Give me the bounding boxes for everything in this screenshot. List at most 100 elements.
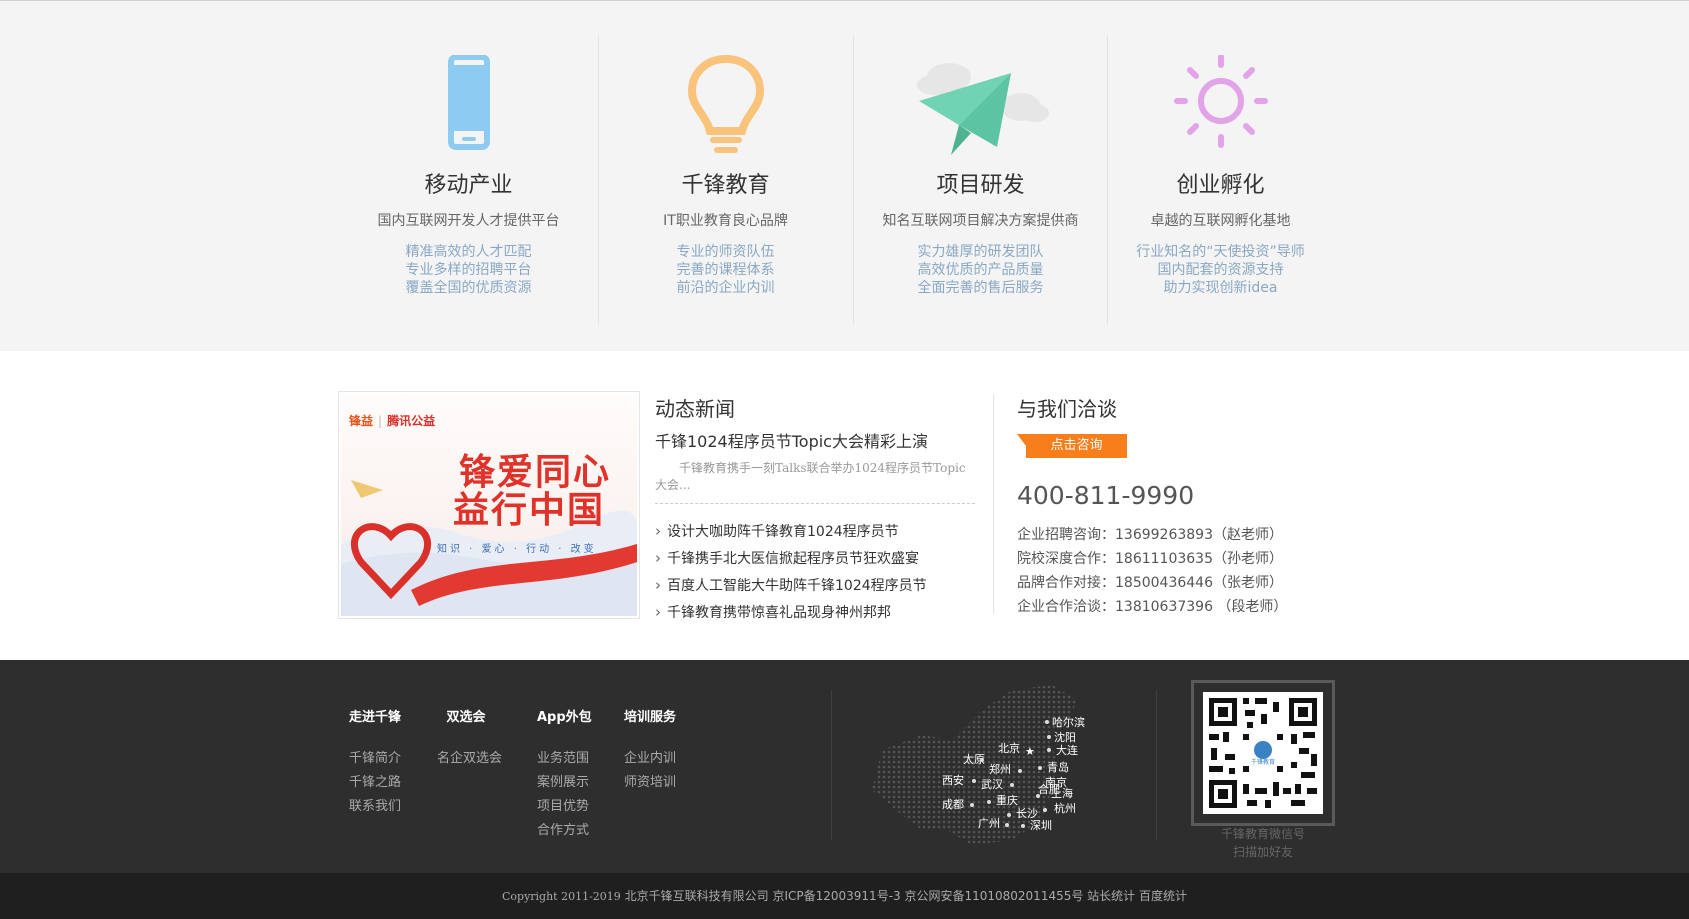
city-label: 杭州 [1054,801,1076,815]
footer-link[interactable]: 业务范围 [537,747,592,771]
footer-divider [1156,690,1157,840]
feature-title: 项目研发 [936,173,1025,198]
footer-column-head: 培训服务 [624,710,677,725]
feature-point: 高效优质的产品质量 [917,262,1044,278]
footer-link[interactable]: 企业内训 [624,747,676,771]
news-item[interactable]: 千锋教育携带惊喜礼品现身神州邦邦 [655,599,927,626]
feature-point: 助力实现创新idea [1163,280,1278,296]
footer-column-jobfair: 双选会 名企双选会 [437,706,502,771]
news-item[interactable]: 设计大咖助阵千锋教育1024程序员节 [655,518,927,545]
feature-point: 完善的课程体系 [676,262,775,278]
city-label: 上海 [1051,786,1073,800]
feature-title: 创业孵化 [1176,173,1265,198]
contact-line: 企业招聘咨询：13699263893（赵老师） [1017,527,1283,543]
feature-title: 移动产业 [424,173,513,198]
city-label: 郑州 [989,762,1011,776]
copyright-bar: Copyright 2011-2019 北京千锋互联科技有限公司 京ICP备12… [0,873,1689,919]
city-label: 西安 [942,773,964,787]
paper-plane-icon [916,63,1049,155]
feature-point: 全面完善的售后服务 [917,280,1044,296]
footer-link[interactable]: 项目优势 [537,795,592,819]
footer-link[interactable]: 合作方式 [537,819,592,843]
feature-point: 专业多样的招聘平台 [405,262,532,278]
qr-pattern: 千锋教育 [1209,698,1317,808]
news-divider [655,503,975,504]
news-section-title: 动态新闻 [655,397,735,421]
feature-subtitle: 知名互联网项目解决方案提供商 [882,213,1079,229]
city-label: 青岛 [1047,760,1069,774]
city-label: 重庆 [996,793,1018,807]
footer-link[interactable]: 名企双选会 [437,747,502,771]
promo-headline-1: 锋爱同心 [459,452,612,493]
contact-section-title: 与我们洽谈 [1017,397,1117,421]
footer-link[interactable]: 联系我们 [349,795,401,819]
footer-column-head: 双选会 [446,710,486,725]
middle-divider [993,394,994,614]
star-icon: ★ [1025,745,1035,758]
city-label: 哈尔滨 [1052,715,1085,729]
news-item[interactable]: 百度人工智能大牛助阵千锋1024程序员节 [655,572,927,599]
footer [0,660,1689,873]
feature-project[interactable]: 项目研发 知名互联网项目解决方案提供商 实力雄厚的研发团队 高效优质的产品质量 … [853,35,1108,325]
qr-code-frame: 千锋教育 [1191,680,1335,826]
footer-column-head: App外包 [537,710,592,725]
feature-incubation[interactable]: 创业孵化 卓越的互联网孵化基地 行业知名的“天使投资”导师 国内配套的资源支持 … [1093,35,1348,325]
feature-subtitle: 国内互联网开发人才提供平台 [377,213,560,229]
feature-subtitle: IT职业教育良心品牌 [663,213,788,229]
news-list: 设计大咖助阵千锋教育1024程序员节 千锋携手北大医信掀起程序员节狂欢盛宴 百度… [655,518,927,626]
footer-column-outsourcing: App外包 业务范围 案例展示 项目优势 合作方式 [537,706,592,843]
consult-button-tail [1017,434,1026,446]
feature-mobile[interactable]: 移动产业 国内互联网开发人才提供平台 精准高效的人才匹配 专业多样的招聘平台 覆… [341,35,596,325]
feature-title: 千锋教育 [681,173,770,198]
news-summary: 千锋教育携手一刻Talks联合举办1024程序员节Topic大会... [655,461,966,492]
news-item[interactable]: 千锋携手北大医信掀起程序员节狂欢盛宴 [655,545,927,572]
qr-caption: 千锋教育微信号 扫描加好友 [1191,825,1335,861]
city-label: 长沙 [1016,807,1038,820]
city-label: 深圳 [1030,819,1052,832]
city-label: 广州 [978,817,1000,830]
city-label: 北京 [998,741,1020,755]
city-label: 大连 [1056,743,1078,757]
consult-button[interactable]: 点击咨询 [1026,434,1127,458]
feature-point: 实力雄厚的研发团队 [917,244,1044,260]
footer-link[interactable]: 千锋简介 [349,747,401,771]
lightbulb-icon [687,55,764,153]
footer-column-training: 培训服务 企业内训 师资培训 [624,706,676,795]
promo-logo-right: 腾讯公益 [387,414,436,428]
footer-column-head: 走进千锋 [349,710,402,725]
contact-line: 品牌合作对接：18500436446（张老师） [1017,575,1283,591]
promo-logo: 锋益 | 腾讯公益 [349,414,436,428]
promo-logo-left: 锋益 [349,414,374,428]
news-headline-link[interactable]: 千锋1024程序员节Topic大会精彩上演 [655,428,928,452]
footer-link[interactable]: 千锋之路 [349,771,401,795]
china-campus-map: 哈尔滨 沈阳 大连 北京 太原 郑州 青岛 西安 武汉 南京 合肥 上海 成都 … [872,685,1085,845]
promo-headline-2: 益行中国 [453,490,606,531]
feature-point: 国内配套的资源支持 [1157,262,1284,278]
feature-point: 前沿的企业内训 [676,280,775,296]
city-label: 沈阳 [1054,730,1076,744]
qr-caption-line1: 千锋教育微信号 [1220,827,1305,841]
footer-link[interactable]: 师资培训 [624,771,676,795]
contact-line: 企业合作洽谈：13810637396 （段老师） [1017,599,1288,615]
feature-point: 专业的师资队伍 [676,244,775,260]
feature-point: 覆盖全国的优质资源 [405,280,532,296]
hotline-number: 400-811-9990 [1017,481,1195,510]
contact-line: 院校深度合作：18611103635（孙老师） [1017,551,1283,567]
feature-point: 行业知名的“天使投资”导师 [1136,244,1305,260]
copyright-text: 北京千锋互联科技有限公司 京ICP备12003911号-3 京公网安备11010… [624,889,1187,903]
feature-education[interactable]: 千锋教育 IT职业教育良心品牌 专业的师资队伍 完善的课程体系 前沿的企业内训 [598,35,853,325]
feature-subtitle: 卓越的互联网孵化基地 [1150,213,1291,229]
phone-icon [447,55,490,150]
qr-caption-line2: 扫描加好友 [1232,845,1293,859]
promo-banner[interactable]: 锋益 | 腾讯公益 锋爱同心 益行中国 知识 · 爱心 · 行动 · 改变 [338,391,640,619]
copyright-prefix: Copyright 2011-2019 [501,890,621,903]
footer-divider [831,690,832,840]
contact-list: 企业招聘咨询：13699263893（赵老师） 院校深度合作：186111036… [1017,523,1287,619]
city-label: 成都 [942,798,964,811]
qr-logo-label: 千锋教育 [1251,758,1275,766]
features-section: 移动产业 国内互联网开发人才提供平台 精准高效的人才匹配 专业多样的招聘平台 覆… [0,0,1689,351]
footer-link[interactable]: 案例展示 [537,771,592,795]
footer-column-about: 走进千锋 千锋简介 千锋之路 联系我们 [349,706,401,819]
city-label: 武汉 [981,778,1003,791]
sun-icon [1173,55,1268,148]
